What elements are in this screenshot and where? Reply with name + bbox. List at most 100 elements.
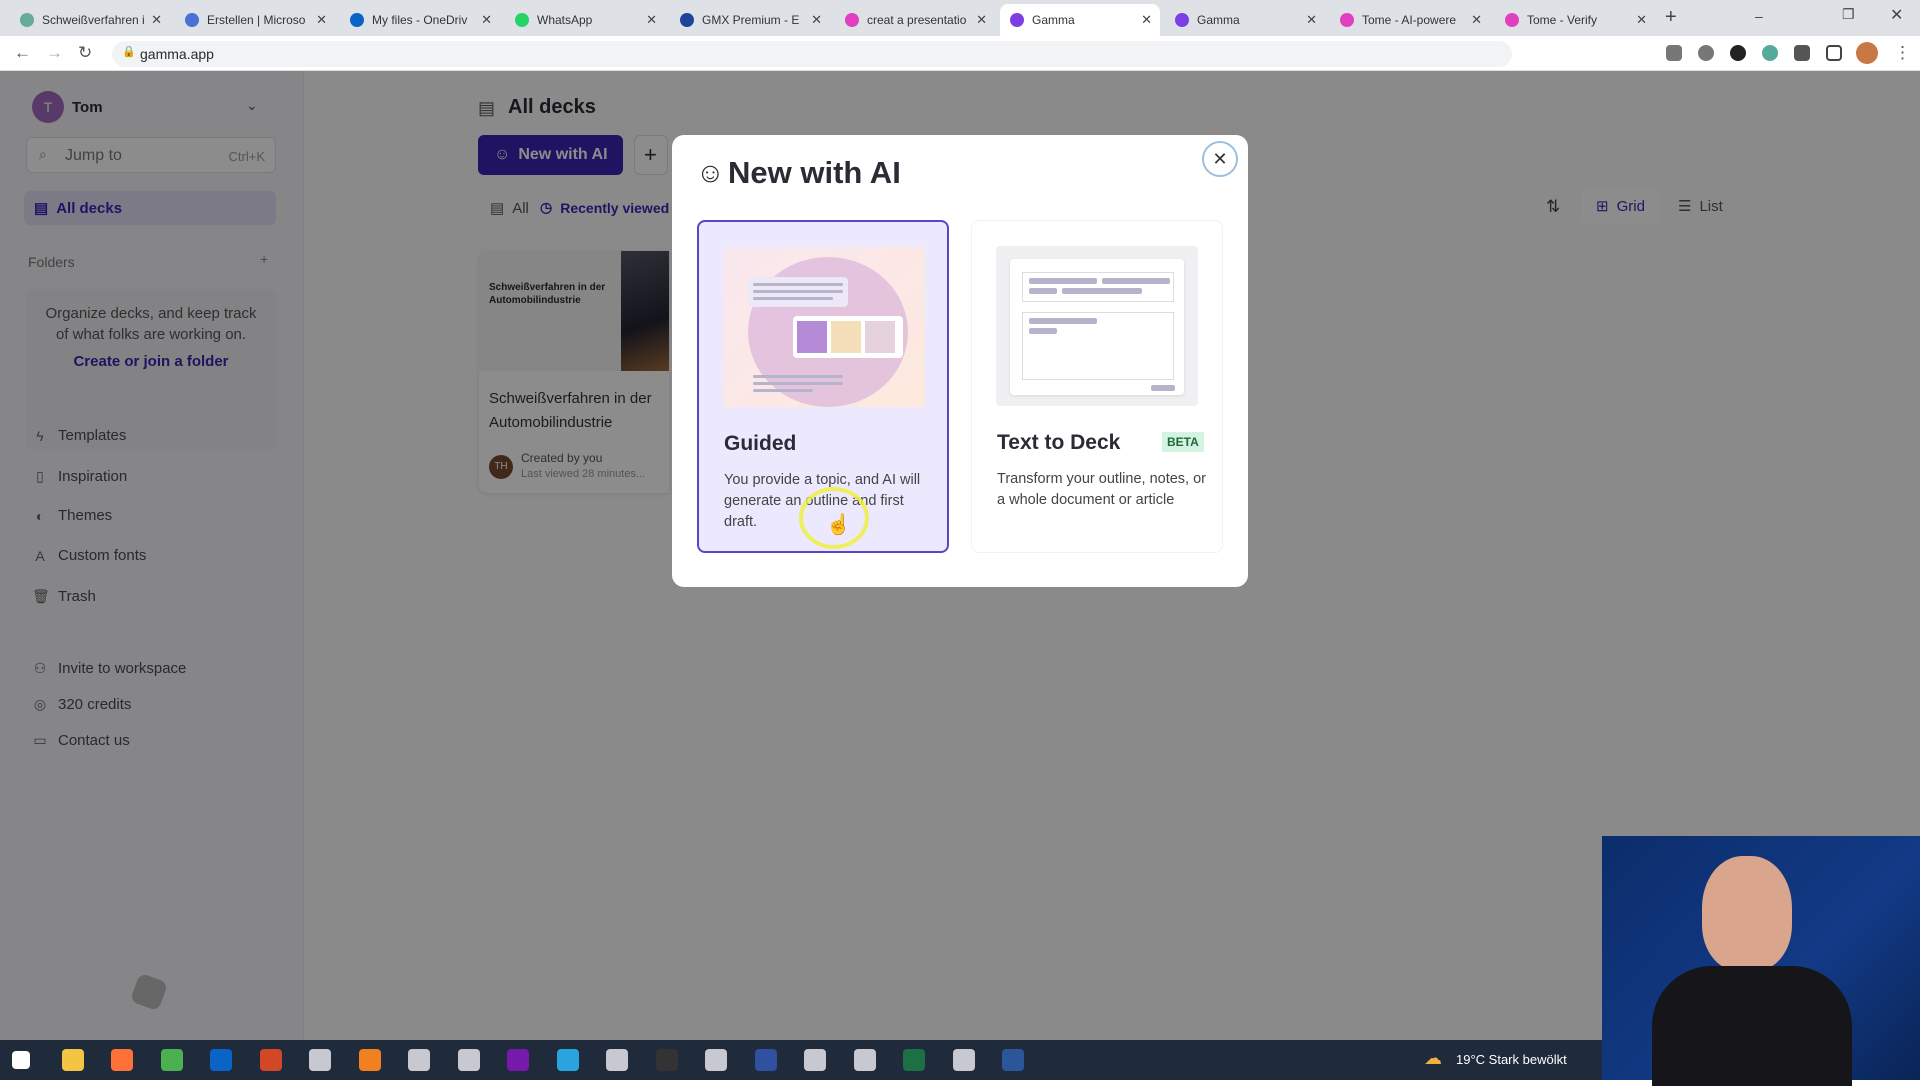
extension-icon[interactable] bbox=[1698, 45, 1714, 61]
deck-card[interactable]: Schweißverfahren in der Automobilindustr… bbox=[479, 251, 669, 493]
palette-icon: ◐ bbox=[35, 507, 45, 524]
sort-icon[interactable]: ⇅ bbox=[1546, 197, 1560, 217]
new-with-ai-button[interactable]: ☺ New with AI bbox=[478, 135, 623, 175]
profile-avatar[interactable] bbox=[1856, 42, 1878, 64]
vlc-taskbar-icon[interactable] bbox=[358, 1049, 381, 1071]
app-taskbar-icon[interactable] bbox=[408, 1049, 430, 1071]
forward-icon[interactable]: → bbox=[46, 43, 63, 63]
browser-tab[interactable]: My files - OneDriv ✕ bbox=[340, 4, 500, 36]
browser-tab[interactable]: Erstellen | Microso ✕ bbox=[175, 4, 335, 36]
webcam-overlay bbox=[1602, 836, 1920, 1086]
lightning-icon: ϟ bbox=[36, 427, 44, 444]
jump-to-search[interactable]: ⌕ Jump to Ctrl+K bbox=[26, 137, 276, 173]
app-taskbar-icon[interactable] bbox=[804, 1049, 826, 1071]
new-tab-button[interactable]: + bbox=[1665, 6, 1677, 29]
browser-tab[interactable]: Schweißverfahren i ✕ bbox=[10, 4, 170, 36]
powerpoint-taskbar-icon[interactable] bbox=[259, 1049, 282, 1071]
option-text-to-deck[interactable]: Text to Deck BETA Transform your outline… bbox=[971, 220, 1223, 553]
puzzle-icon[interactable] bbox=[1794, 45, 1810, 61]
grid-label: Grid bbox=[1616, 197, 1645, 215]
obs-taskbar-icon[interactable] bbox=[655, 1049, 678, 1071]
user-name[interactable]: Tom bbox=[72, 99, 103, 116]
excel-taskbar-icon[interactable] bbox=[903, 1049, 925, 1071]
view-list-button[interactable]: ☰ List bbox=[1664, 187, 1737, 225]
url-input[interactable]: 🔒 gamma.app bbox=[112, 41, 1512, 67]
app-taskbar-icon[interactable] bbox=[457, 1049, 480, 1071]
sidebar-item-custom-fonts[interactable]: A Custom fonts bbox=[32, 547, 146, 564]
creator-avatar: TH bbox=[489, 455, 513, 479]
browser-tab[interactable]: Tome - Verify ✕ bbox=[1495, 4, 1655, 36]
browser-tab[interactable]: WhatsApp ✕ bbox=[505, 4, 665, 36]
firefox-taskbar-icon[interactable] bbox=[111, 1049, 133, 1071]
sidebar-item-templates[interactable]: ϟ Templates bbox=[32, 427, 126, 444]
browser-tab[interactable]: Tome - AI-powere ✕ bbox=[1330, 4, 1490, 36]
explorer-taskbar-icon[interactable] bbox=[61, 1049, 84, 1071]
app-taskbar-icon[interactable] bbox=[853, 1049, 876, 1071]
close-tab-icon[interactable]: ✕ bbox=[811, 12, 822, 28]
folders-empty-text: Organize decks, and keep track of what f… bbox=[45, 305, 257, 343]
filter-all[interactable]: ▤ All bbox=[490, 199, 529, 218]
decks-icon: ▤ bbox=[490, 200, 505, 217]
windows-taskbar-icon[interactable] bbox=[12, 1051, 30, 1069]
sidebar-item-inspiration[interactable]: ▯ Inspiration bbox=[32, 468, 127, 485]
sidebar-footer-item[interactable]: ◎ 320 credits bbox=[32, 696, 131, 713]
minimize-button[interactable]: – bbox=[1755, 8, 1763, 24]
close-tab-icon[interactable]: ✕ bbox=[1306, 12, 1317, 28]
menu-icon[interactable]: ⋮ bbox=[1894, 43, 1911, 63]
browser-tab[interactable]: Gamma ✕ bbox=[1000, 4, 1160, 36]
user-avatar[interactable]: T bbox=[32, 91, 64, 123]
sidebar-footer-item[interactable]: ⚇ Invite to workspace bbox=[32, 660, 187, 677]
option-guided[interactable]: Guided You provide a topic, and AI will … bbox=[697, 220, 949, 553]
app-taskbar-icon[interactable] bbox=[309, 1049, 331, 1071]
close-window-button[interactable]: ✕ bbox=[1890, 5, 1903, 25]
close-tab-icon[interactable]: ✕ bbox=[646, 12, 657, 28]
browser-tab[interactable]: creat a presentatio ✕ bbox=[835, 4, 995, 36]
close-button[interactable]: ✕ bbox=[1202, 141, 1238, 177]
word-taskbar-icon[interactable] bbox=[1002, 1049, 1024, 1071]
tab-title: My files - OneDriv bbox=[372, 13, 468, 27]
extension-icon[interactable] bbox=[1762, 45, 1778, 61]
close-tab-icon[interactable]: ✕ bbox=[976, 12, 987, 28]
chrome-taskbar-icon[interactable] bbox=[160, 1049, 183, 1071]
address-bar-row: ← → ↻ 🔒 gamma.app ⋮ bbox=[0, 36, 1920, 71]
sidepanel-icon[interactable] bbox=[1826, 45, 1842, 61]
blue-taskbar-icon[interactable] bbox=[754, 1049, 777, 1071]
close-tab-icon[interactable]: ✕ bbox=[1471, 12, 1482, 28]
close-tab-icon[interactable]: ✕ bbox=[316, 12, 327, 28]
add-folder-button[interactable]: + bbox=[260, 251, 268, 267]
reload-icon[interactable]: ↻ bbox=[78, 43, 92, 63]
chevron-down-icon[interactable]: ⌄ bbox=[246, 97, 258, 114]
tab-favicon-icon bbox=[1010, 13, 1024, 27]
browser-tab[interactable]: GMX Premium - E ✕ bbox=[670, 4, 830, 36]
outlook-taskbar-icon[interactable] bbox=[210, 1049, 232, 1071]
restore-button[interactable]: ❐ bbox=[1842, 6, 1855, 23]
lock-icon: 🔒 bbox=[122, 46, 136, 58]
sidebar-footer-item[interactable]: ▭ Contact us bbox=[32, 732, 130, 749]
create-folder-link[interactable]: Create or join a folder bbox=[26, 353, 276, 370]
back-icon[interactable]: ← bbox=[14, 43, 31, 63]
shortcut-hint: Ctrl+K bbox=[228, 149, 265, 164]
close-tab-icon[interactable]: ✕ bbox=[151, 12, 162, 28]
sidebar-item-trash[interactable]: 🗑 Trash bbox=[32, 588, 96, 605]
close-tab-icon[interactable]: ✕ bbox=[481, 12, 492, 28]
extension-icon[interactable] bbox=[1666, 45, 1682, 61]
footer-label: Contact us bbox=[58, 732, 130, 749]
tab-title: GMX Premium - E bbox=[702, 13, 800, 27]
sidebar-item-themes[interactable]: ◐ Themes bbox=[32, 507, 112, 524]
app-taskbar-icon[interactable] bbox=[606, 1049, 628, 1071]
sidebar-item-all-decks[interactable]: ▤ All decks bbox=[24, 191, 276, 225]
app-taskbar-icon[interactable] bbox=[705, 1049, 727, 1071]
browser-tab[interactable]: Gamma ✕ bbox=[1165, 4, 1325, 36]
close-tab-icon[interactable]: ✕ bbox=[1141, 12, 1152, 28]
weather-text[interactable]: 19°C Stark bewölkt bbox=[1456, 1052, 1567, 1067]
extension-icon[interactable] bbox=[1730, 45, 1746, 61]
new-blank-button[interactable]: + bbox=[634, 135, 668, 175]
app-taskbar-icon[interactable] bbox=[952, 1049, 975, 1071]
filter-recently-viewed[interactable]: ◷ Recently viewed bbox=[540, 199, 669, 216]
close-tab-icon[interactable]: ✕ bbox=[1636, 12, 1647, 28]
thumbnail-image bbox=[621, 251, 669, 371]
telegram-taskbar-icon[interactable] bbox=[556, 1049, 579, 1071]
onenote-taskbar-icon[interactable] bbox=[507, 1049, 529, 1071]
filter-recent-label: Recently viewed bbox=[560, 199, 670, 216]
view-grid-button[interactable]: ⊞ Grid bbox=[1582, 187, 1659, 225]
